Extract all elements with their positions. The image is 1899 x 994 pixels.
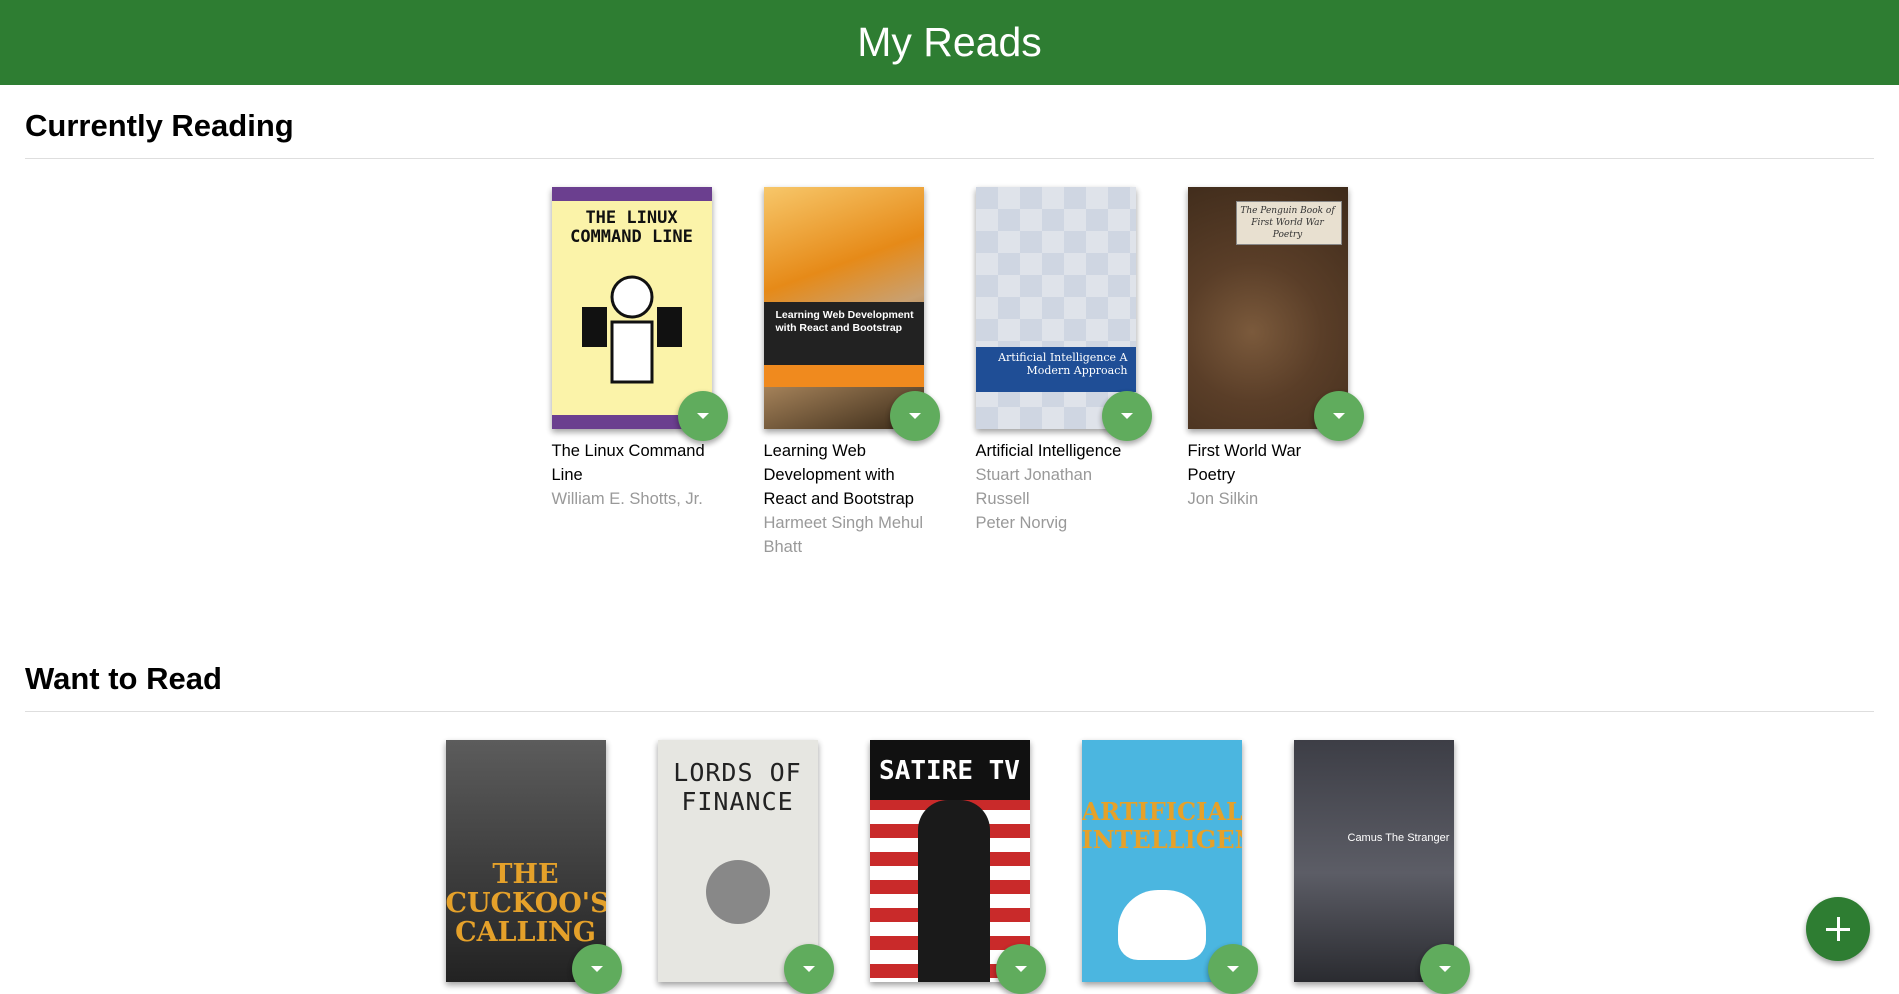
triangle-down-icon (1014, 966, 1027, 972)
shelf-changer-button[interactable] (1313, 391, 1364, 441)
shelf-changer-button[interactable] (677, 391, 728, 441)
book-author: Peter Norvig (975, 514, 1068, 532)
triangle-down-icon (590, 966, 603, 972)
cover-text: THE CUCKOO'S CALLING (445, 859, 606, 948)
book-title: The Linux Command Line (551, 442, 705, 484)
robot-illustration (581, 275, 682, 384)
triangle-down-icon (908, 413, 921, 419)
book-item: SATIRE TV (869, 740, 1046, 994)
app-title: My Reads (857, 19, 1042, 65)
triangle-down-icon (802, 966, 815, 972)
shelf-changer-button[interactable] (1419, 944, 1470, 994)
book-author: William E. Shotts, Jr. (551, 490, 703, 508)
book-cover[interactable]: THE CUCKOO'S CALLING (445, 740, 606, 982)
book-cover[interactable]: THE LINUX COMMAND LINE (551, 187, 712, 429)
shelf-want-to-read: Want to Read THE CUCKOO'S CALLING LORDS … (25, 656, 1874, 994)
book-cover[interactable]: LORDS OF FINANCE (657, 740, 818, 982)
book-cover[interactable]: Camus The Stranger (1293, 740, 1454, 982)
triangle-down-icon (696, 413, 709, 419)
book-cover[interactable]: ARTIFICIAL INTELLIGENCE (1081, 740, 1242, 982)
books-grid: THE LINUX COMMAND LINE The Linux Command… (25, 187, 1874, 559)
shelf-title: Want to Read (25, 656, 1874, 712)
app-header: My Reads (0, 0, 1899, 85)
shelf-changer-button[interactable] (889, 391, 940, 441)
book-item: THE LINUX COMMAND LINE The Linux Command… (551, 187, 728, 559)
book-author: Jon Silkin (1187, 490, 1259, 508)
cover-text: The Penguin Book of First World War Poet… (1240, 206, 1335, 240)
book-item: THE CUCKOO'S CALLING (445, 740, 622, 994)
book-author: Stuart Jonathan Russell (975, 466, 1093, 508)
book-cover[interactable]: Learning Web Development with React and … (763, 187, 924, 429)
book-title: First World War Poetry (1187, 442, 1302, 484)
shelf-changer-button[interactable] (783, 944, 834, 994)
shelf-changer-button[interactable] (995, 944, 1046, 994)
book-cover[interactable]: SATIRE TV (869, 740, 1030, 982)
cover-text: THE LINUX COMMAND LINE (570, 208, 693, 247)
shelf-title: Currently Reading (25, 103, 1874, 159)
shelf-currently-reading: Currently Reading THE LINUX COMMAND LINE… (25, 103, 1874, 556)
cover-text: Camus The Stranger (1347, 832, 1450, 844)
book-title: Learning Web Development with React and … (763, 442, 914, 508)
book-title: Artificial Intelligence (975, 442, 1122, 460)
cover-text: Artificial Intelligence A Modern Approac… (998, 351, 1128, 377)
book-item: Artificial Intelligence A Modern Approac… (975, 187, 1152, 559)
cover-text: SATIRE TV (879, 756, 1020, 786)
plus-icon (1826, 917, 1850, 941)
book-item: The Penguin Book of First World War Poet… (1187, 187, 1364, 559)
books-grid: THE CUCKOO'S CALLING LORDS OF FINANCE SA… (25, 740, 1874, 994)
triangle-down-icon (1226, 966, 1239, 972)
book-item: Camus The Stranger (1293, 740, 1470, 994)
book-item: Learning Web Development with React and … (763, 187, 940, 559)
shelf-changer-button[interactable] (1207, 944, 1258, 994)
triangle-down-icon (1332, 413, 1345, 419)
shelf-changer-button[interactable] (1101, 391, 1152, 441)
book-author: Harmeet Singh Mehul Bhatt (763, 514, 924, 556)
triangle-down-icon (1120, 413, 1133, 419)
triangle-down-icon (1438, 966, 1451, 972)
add-book-button[interactable] (1806, 897, 1870, 961)
shelf-changer-button[interactable] (571, 944, 622, 994)
book-cover[interactable]: The Penguin Book of First World War Poet… (1187, 187, 1348, 429)
cover-text: LORDS OF FINANCE (673, 758, 802, 816)
cover-text: Learning Web Development with React and … (775, 309, 914, 334)
cover-text: ARTIFICIAL INTELLIGENCE (1081, 797, 1242, 854)
book-cover[interactable]: Artificial Intelligence A Modern Approac… (975, 187, 1136, 429)
book-item: LORDS OF FINANCE (657, 740, 834, 994)
book-item: ARTIFICIAL INTELLIGENCE (1081, 740, 1258, 994)
